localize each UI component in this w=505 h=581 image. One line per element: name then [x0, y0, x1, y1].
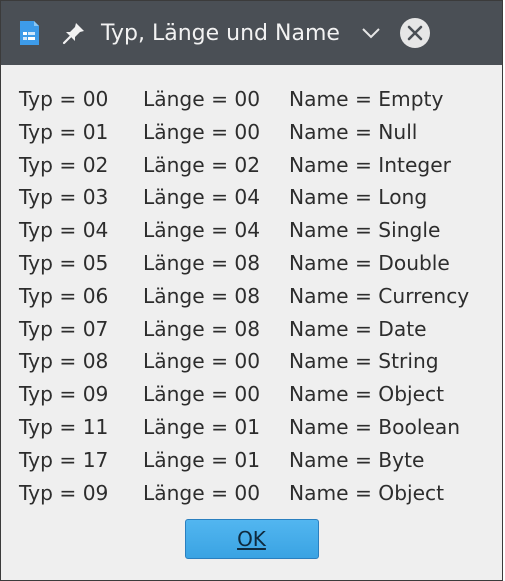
typ-value: Typ = 09: [19, 382, 109, 407]
typ-value: Typ = 08: [19, 349, 109, 374]
laenge-value: Länge = 01: [143, 414, 261, 439]
document-icon[interactable]: [15, 19, 43, 47]
list-item: Typ = 03 Länge = 04 Name = Long: [19, 181, 502, 214]
name-value: Name = Date: [289, 316, 427, 341]
ok-button-label: OK: [237, 527, 266, 551]
list-item: Typ = 04 Länge = 04 Name = Single: [19, 214, 502, 247]
list-item: Typ = 11 Länge = 01 Name = Boolean: [19, 411, 502, 444]
laenge-value: Länge = 02: [143, 152, 261, 177]
ok-button[interactable]: OK: [184, 519, 319, 559]
list-item: Typ = 02 Länge = 02 Name = Integer: [19, 149, 502, 182]
name-value: Name = Empty: [289, 87, 444, 111]
typ-value: Typ = 17: [19, 447, 109, 472]
name-value: Name = Byte: [289, 447, 425, 472]
name-value: Name = Single: [289, 218, 441, 243]
list-item: Typ = 01 Länge = 00 Name = Null: [19, 116, 502, 149]
typ-value: Typ = 04: [19, 218, 109, 243]
list-item: Typ = 07 Länge = 08 Name = Date: [19, 313, 502, 346]
pin-icon[interactable]: [61, 20, 87, 46]
typ-value: Typ = 01: [19, 119, 109, 144]
list-item: Typ = 17 Länge = 01 Name = Byte: [19, 444, 502, 477]
list-item: Typ = 08 Länge = 00 Name = String: [19, 345, 502, 378]
laenge-value: Länge = 00: [143, 87, 261, 111]
list-item: Typ = 09 Länge = 00 Name = Object: [19, 477, 502, 510]
laenge-value: Länge = 08: [143, 250, 261, 275]
name-value: Name = String: [289, 349, 439, 374]
window-title: Typ, Länge und Name: [101, 20, 340, 46]
title-bar: Typ, Länge und Name: [1, 1, 502, 65]
list-item: Typ = 06 Länge = 08 Name = Currency: [19, 280, 502, 313]
dialog-window: Typ, Länge und Name Typ = 00 Länge = 00 …: [0, 0, 503, 581]
typ-value: Typ = 09: [19, 480, 109, 505]
typ-value: Typ = 11: [19, 414, 109, 439]
name-value: Name = Double: [289, 250, 450, 275]
list-item: Typ = 00 Länge = 00 Name = Empty: [19, 83, 502, 116]
laenge-value: Länge = 00: [143, 480, 261, 505]
chevron-down-icon[interactable]: [360, 22, 382, 44]
close-button[interactable]: [399, 18, 430, 48]
typ-value: Typ = 00: [19, 87, 109, 111]
name-value: Name = Object: [289, 480, 445, 505]
laenge-value: Länge = 00: [143, 349, 261, 374]
name-value: Name = Currency: [289, 283, 470, 308]
laenge-value: Länge = 00: [143, 119, 261, 144]
typ-value: Typ = 06: [19, 283, 109, 308]
name-value: Name = Integer: [289, 152, 451, 177]
typ-value: Typ = 03: [19, 185, 109, 210]
laenge-value: Länge = 04: [143, 218, 261, 243]
name-value: Name = Boolean: [289, 414, 461, 439]
message-text: Typ = 00 Länge = 00 Name = Empty Typ = 0…: [1, 65, 502, 509]
typ-value: Typ = 02: [19, 152, 109, 177]
typ-value: Typ = 07: [19, 316, 109, 341]
laenge-value: Länge = 08: [143, 283, 261, 308]
list-item: Typ = 09 Länge = 00 Name = Object: [19, 378, 502, 411]
name-value: Name = Null: [289, 119, 418, 144]
name-value: Name = Long: [289, 185, 428, 210]
list-item: Typ = 05 Länge = 08 Name = Double: [19, 247, 502, 280]
button-bar: OK: [1, 519, 502, 559]
laenge-value: Länge = 01: [143, 447, 261, 472]
name-value: Name = Object: [289, 382, 445, 407]
laenge-value: Länge = 04: [143, 185, 261, 210]
laenge-value: Länge = 08: [143, 316, 261, 341]
close-icon: [407, 25, 423, 41]
typ-value: Typ = 05: [19, 250, 109, 275]
laenge-value: Länge = 00: [143, 382, 261, 407]
